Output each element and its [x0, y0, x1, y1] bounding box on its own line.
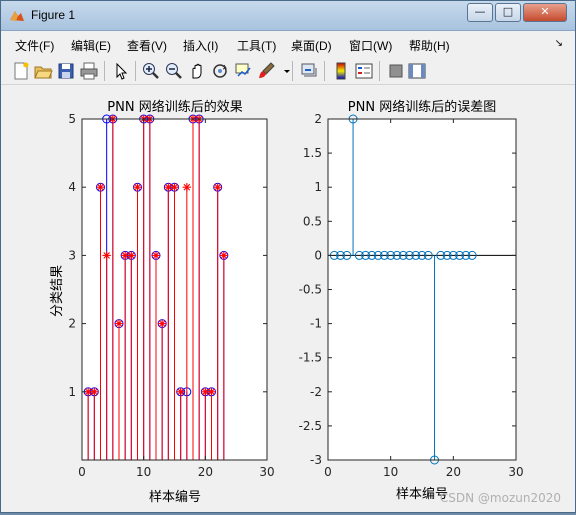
x-tick-label: 0: [78, 465, 86, 479]
zoom-out-icon[interactable]: [164, 61, 184, 81]
new-figure-icon[interactable]: [11, 61, 31, 81]
x-tick-label: 10: [383, 465, 398, 479]
y-tick-label: 1: [314, 180, 322, 194]
stem-marker-star: [114, 319, 124, 328]
right-axes[interactable]: PNN 网络训练后的误差图 样本编号 0 10 20 30-3-2.5-2-1.5-1…: [299, 99, 524, 502]
pointer-icon[interactable]: [111, 61, 131, 81]
brush-dropdown-icon[interactable]: [277, 61, 290, 81]
stem-marker-star: [90, 387, 99, 396]
toolbar-separator: [379, 61, 380, 81]
menu-dock-arrow-icon[interactable]: ↘: [555, 38, 563, 49]
menu-tools[interactable]: 工具(T): [237, 37, 276, 54]
left-axes-title: PNN 网络训练后的效果: [107, 99, 242, 115]
open-file-icon[interactable]: [33, 61, 53, 81]
toolbar-separator: [324, 61, 325, 81]
save-icon[interactable]: [56, 61, 76, 81]
title-bar[interactable]: Figure 1 — □ ✕: [1, 1, 575, 31]
brush-icon[interactable]: [256, 61, 276, 81]
menu-edit[interactable]: 编辑(E): [71, 37, 111, 54]
close-button[interactable]: ✕: [523, 3, 567, 22]
stem-marker-star: [207, 387, 216, 396]
x-tick-label: 20: [198, 465, 213, 479]
pan-icon[interactable]: [187, 61, 207, 81]
left-axes-ylabel: 分类结果: [50, 265, 65, 317]
right-axes-title: PNN 网络训练后的误差图: [348, 99, 496, 115]
print-icon[interactable]: [79, 61, 99, 81]
toolbar-separator: [104, 61, 105, 81]
maximize-button[interactable]: □: [495, 3, 521, 22]
y-tick-label: 3: [68, 248, 76, 262]
y-tick-label: -2: [310, 385, 322, 399]
x-tick-label: 20: [446, 465, 461, 479]
x-tick-label: 0: [324, 465, 332, 479]
hide-plot-tools-icon[interactable]: [386, 61, 406, 81]
y-tick-label: 5: [68, 112, 76, 126]
y-tick-label: -0.5: [299, 283, 322, 297]
figure-canvas: PNN 网络训练后的效果 样本编号 分类结果 0 10 20 30 1 2 3 4 5 PNN …: [1, 86, 575, 512]
y-tick-label: 0: [314, 248, 322, 262]
y-tick-label: 0.5: [303, 214, 322, 228]
minimize-button[interactable]: —: [467, 3, 493, 22]
y-tick-label: -3: [310, 453, 322, 467]
rotate-icon[interactable]: [210, 61, 230, 81]
y-tick-label: -2.5: [299, 419, 322, 433]
stem-marker-star: [96, 183, 105, 192]
figure-toolbar: [1, 57, 575, 85]
menu-window[interactable]: 窗口(W): [349, 37, 392, 54]
y-tick-label: 2: [314, 112, 322, 126]
legend-icon[interactable]: [354, 61, 374, 81]
window-title: Figure 1: [31, 8, 76, 22]
y-tick-label: 1.5: [303, 146, 322, 160]
y-tick-label: 2: [68, 317, 76, 331]
plot-area: [328, 119, 516, 460]
x-tick-label: 10: [136, 465, 151, 479]
left-axes-xlabel: 样本编号: [149, 490, 201, 505]
x-tick-label: 30: [259, 465, 274, 479]
y-tick-label: 1: [68, 385, 76, 399]
menu-bar: 文件(F) 编辑(E) 查看(V) 插入(I) 工具(T) 桌面(D) 窗口(W…: [1, 32, 575, 56]
figure-window: Figure 1 — □ ✕ 文件(F) 编辑(E) 查看(V) 插入(I) 工…: [0, 0, 576, 513]
y-tick-label: 4: [68, 180, 76, 194]
menu-desktop[interactable]: 桌面(D): [291, 37, 332, 54]
left-axes[interactable]: PNN 网络训练后的效果 样本编号 分类结果 0 10 20 30 1 2 3 4 5: [50, 99, 275, 505]
zoom-in-icon[interactable]: [141, 61, 161, 81]
watermark-text: CSDN @mozun2020: [440, 491, 561, 505]
menu-insert[interactable]: 插入(I): [183, 37, 218, 54]
toolbar-separator: [292, 61, 293, 81]
data-cursor-icon[interactable]: [233, 61, 253, 81]
menu-view[interactable]: 查看(V): [127, 37, 167, 54]
link-icon[interactable]: [299, 61, 319, 81]
y-tick-label: -1.5: [299, 351, 322, 365]
x-tick-label: 30: [508, 465, 523, 479]
colorbar-icon[interactable]: [331, 61, 351, 81]
matlab-icon: [10, 11, 24, 21]
toolbar-separator: [135, 61, 136, 81]
plots-svg: PNN 网络训练后的效果 样本编号 分类结果 0 10 20 3012345 PNN …: [50, 99, 561, 505]
menu-help[interactable]: 帮助(H): [409, 37, 450, 54]
y-tick-label: -1: [310, 317, 322, 331]
menu-file[interactable]: 文件(F): [15, 37, 54, 54]
show-plot-tools-icon[interactable]: [407, 61, 427, 81]
